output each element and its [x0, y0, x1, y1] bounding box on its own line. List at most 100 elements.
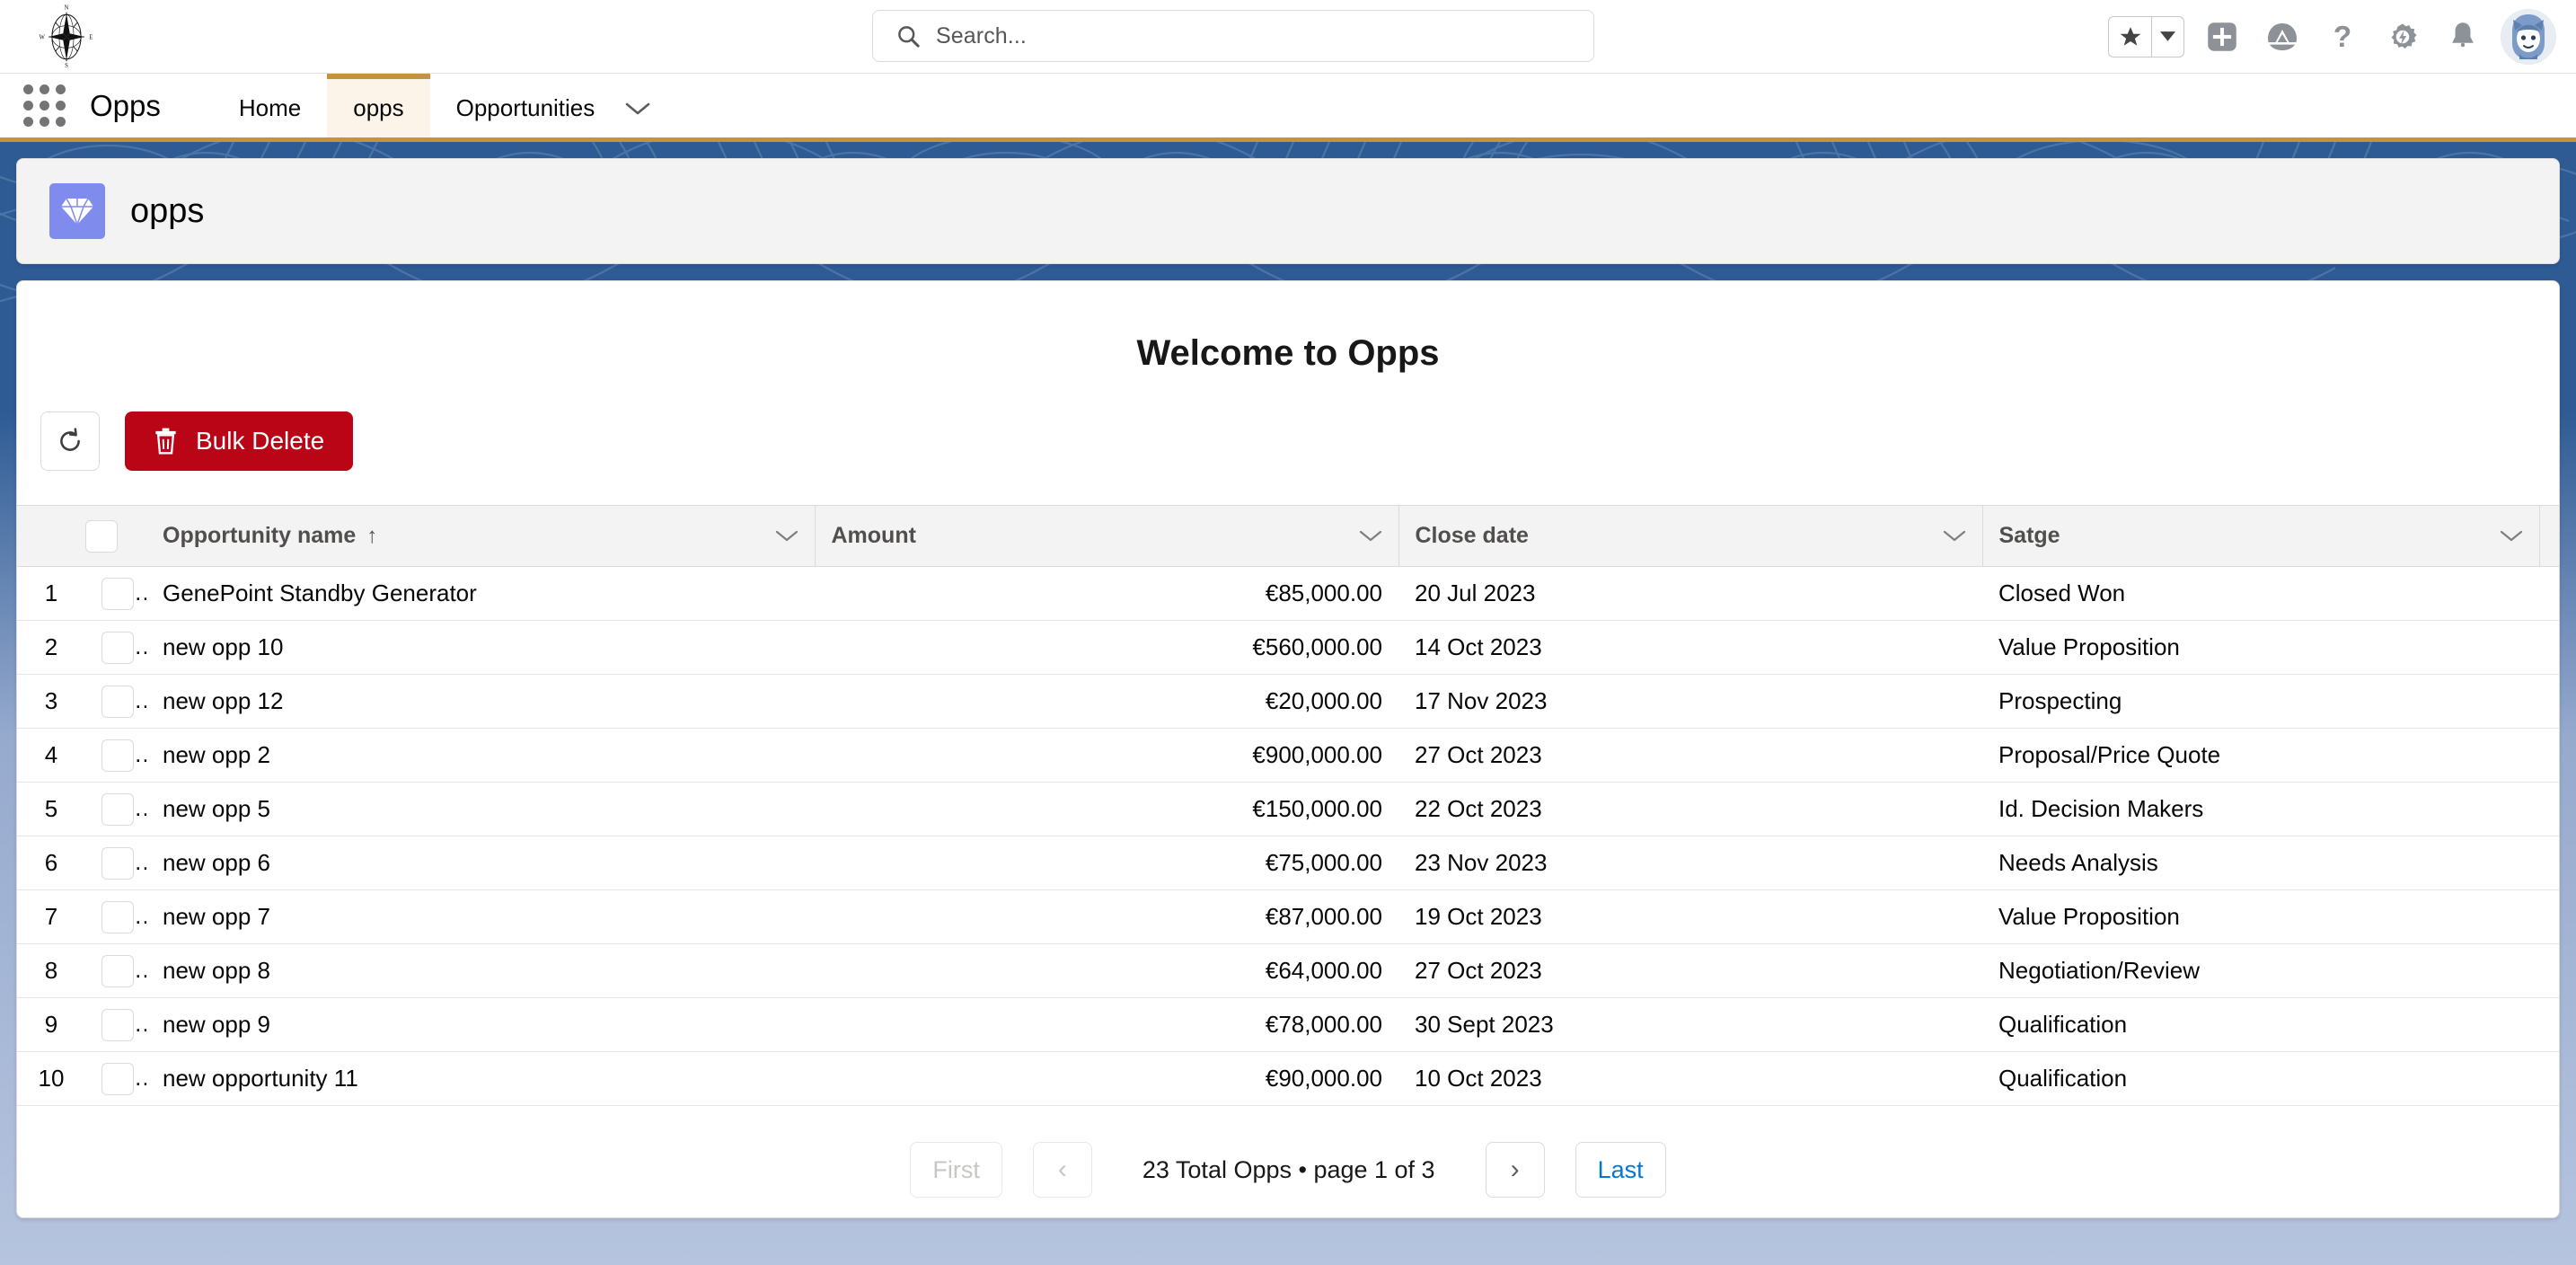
row-number: 10	[17, 1052, 85, 1106]
column-menu-opportunity-name[interactable]	[775, 523, 798, 549]
waffle-icon	[23, 84, 66, 127]
cell-opportunity-name[interactable]: new opp 10	[146, 621, 815, 675]
cell-opportunity-name[interactable]: new opp 5	[146, 783, 815, 836]
row-checkbox[interactable]	[101, 847, 134, 880]
row-select-cell	[85, 783, 146, 836]
row-number: 9	[17, 998, 85, 1052]
chevron-down-icon	[1943, 529, 1966, 543]
column-menu-stage[interactable]	[2500, 523, 2523, 549]
org-logo[interactable]: N S W E	[0, 4, 117, 69]
svg-text:N: N	[65, 4, 69, 11]
tab-opportunities-label: Opportunities	[456, 94, 595, 122]
refresh-button[interactable]	[40, 411, 100, 471]
cell-row-actions	[2539, 729, 2560, 783]
cell-stage: Negotiation/Review	[1982, 944, 2539, 998]
main-content-card: Welcome to Opps Bulk Delete	[16, 280, 2560, 1218]
header-opportunity-name[interactable]: Opportunity name ↑	[146, 506, 815, 567]
tab-opps[interactable]: opps	[327, 74, 429, 137]
cell-amount: €90,000.00	[815, 1052, 1398, 1106]
tab-home[interactable]: Home	[213, 74, 327, 137]
nav-tabs: Home opps Opportunities	[213, 74, 671, 137]
app-body: opps Welcome to Opps Bulk Delete	[0, 142, 2576, 1265]
favorites-dropdown-button[interactable]	[2151, 17, 2183, 57]
cell-close-date: 14 Oct 2023	[1398, 621, 1982, 675]
row-number: 3	[17, 675, 85, 729]
chevron-right-icon: ›	[1511, 1154, 1520, 1185]
header-amount[interactable]: Amount	[815, 506, 1398, 567]
pagination-first-button[interactable]: First	[910, 1142, 1001, 1198]
row-checkbox[interactable]	[101, 1063, 134, 1095]
bulk-delete-button[interactable]: Bulk Delete	[125, 411, 353, 471]
search-input[interactable]: Search...	[872, 10, 1594, 62]
table-row[interactable]: 6new opp 6€75,000.0023 Nov 2023Needs Ana…	[17, 836, 2560, 890]
row-checkbox[interactable]	[101, 739, 134, 772]
row-checkbox[interactable]	[101, 901, 134, 933]
favorites-star-button[interactable]	[2109, 17, 2151, 57]
select-all-checkbox[interactable]	[85, 520, 118, 553]
cell-row-actions	[2539, 890, 2560, 944]
cell-opportunity-name[interactable]: new opp 9	[146, 998, 815, 1052]
pagination-next-button[interactable]: ›	[1486, 1142, 1545, 1198]
cell-opportunity-name[interactable]: new opp 7	[146, 890, 815, 944]
column-menu-close-date[interactable]	[1943, 523, 1966, 549]
table-row[interactable]: 1GenePoint Standby Generator€85,000.0020…	[17, 567, 2560, 621]
cell-stage: Qualification	[1982, 998, 2539, 1052]
row-checkbox[interactable]	[101, 1009, 134, 1041]
cell-amount: €85,000.00	[815, 567, 1398, 621]
app-name[interactable]: Opps	[70, 74, 170, 137]
quick-add-button[interactable]	[2200, 14, 2245, 59]
header-close-date[interactable]: Close date	[1398, 506, 1982, 567]
cell-close-date: 30 Sept 2023	[1398, 998, 1982, 1052]
einstein-button[interactable]	[2260, 14, 2305, 59]
header-actions: ?	[2108, 0, 2556, 74]
pagination: First ‹ 23 Total Opps • page 1 of 3 › La…	[17, 1106, 2559, 1198]
cell-opportunity-name[interactable]: new opp 2	[146, 729, 815, 783]
cell-close-date: 20 Jul 2023	[1398, 567, 1982, 621]
pagination-previous-button[interactable]: ‹	[1033, 1142, 1092, 1198]
row-checkbox[interactable]	[101, 955, 134, 987]
cell-opportunity-name[interactable]: new opp 8	[146, 944, 815, 998]
column-menu-amount[interactable]	[1359, 523, 1382, 549]
setup-button[interactable]	[2380, 14, 2425, 59]
row-checkbox[interactable]	[101, 578, 134, 610]
cell-stage: Proposal/Price Quote	[1982, 729, 2539, 783]
header-row-number	[17, 506, 85, 567]
cell-opportunity-name[interactable]: GenePoint Standby Generator	[146, 567, 815, 621]
table-row[interactable]: 9new opp 9€78,000.0030 Sept 2023Qualific…	[17, 998, 2560, 1052]
table-header-row: Opportunity name ↑	[17, 506, 2560, 567]
row-checkbox[interactable]	[101, 686, 134, 718]
table-row[interactable]: 4new opp 2€900,000.0027 Oct 2023Proposal…	[17, 729, 2560, 783]
page-header: opps	[16, 158, 2560, 264]
page-title: opps	[130, 192, 204, 231]
table-row[interactable]: 5new opp 5€150,000.0022 Oct 2023Id. Deci…	[17, 783, 2560, 836]
user-avatar[interactable]	[2501, 9, 2556, 65]
table-row[interactable]: 10new opportunity 11€90,000.0010 Oct 202…	[17, 1052, 2560, 1106]
cell-stage: Needs Analysis	[1982, 836, 2539, 890]
cell-amount: €150,000.00	[815, 783, 1398, 836]
row-select-cell	[85, 621, 146, 675]
chevron-left-icon: ‹	[1058, 1154, 1067, 1185]
table-row[interactable]: 3new opp 12€20,000.0017 Nov 2023Prospect…	[17, 675, 2560, 729]
tab-opportunities[interactable]: Opportunities	[430, 74, 622, 137]
header-stage[interactable]: Satge	[1982, 506, 2539, 567]
cell-opportunity-name[interactable]: new opportunity 11	[146, 1052, 815, 1106]
row-number: 8	[17, 944, 85, 998]
table-row[interactable]: 2new opp 10€560,000.0014 Oct 2023Value P…	[17, 621, 2560, 675]
row-select-cell	[85, 944, 146, 998]
tab-opportunities-dropdown[interactable]	[621, 74, 671, 137]
table-row[interactable]: 7new opp 7€87,000.0019 Oct 2023Value Pro…	[17, 890, 2560, 944]
pagination-last-button[interactable]: Last	[1575, 1142, 1666, 1198]
cell-row-actions	[2539, 1052, 2560, 1106]
table-row[interactable]: 8new opp 8€64,000.0027 Oct 2023Negotiati…	[17, 944, 2560, 998]
cell-row-actions	[2539, 783, 2560, 836]
help-button[interactable]: ?	[2320, 14, 2365, 59]
global-search[interactable]: Search...	[872, 10, 1594, 62]
notifications-button[interactable]	[2440, 14, 2485, 59]
cell-opportunity-name[interactable]: new opp 6	[146, 836, 815, 890]
row-checkbox[interactable]	[101, 632, 134, 664]
app-launcher-button[interactable]	[0, 74, 70, 137]
refresh-icon	[56, 427, 84, 456]
cell-opportunity-name[interactable]: new opp 12	[146, 675, 815, 729]
trash-icon	[154, 428, 178, 455]
row-checkbox[interactable]	[101, 793, 134, 826]
